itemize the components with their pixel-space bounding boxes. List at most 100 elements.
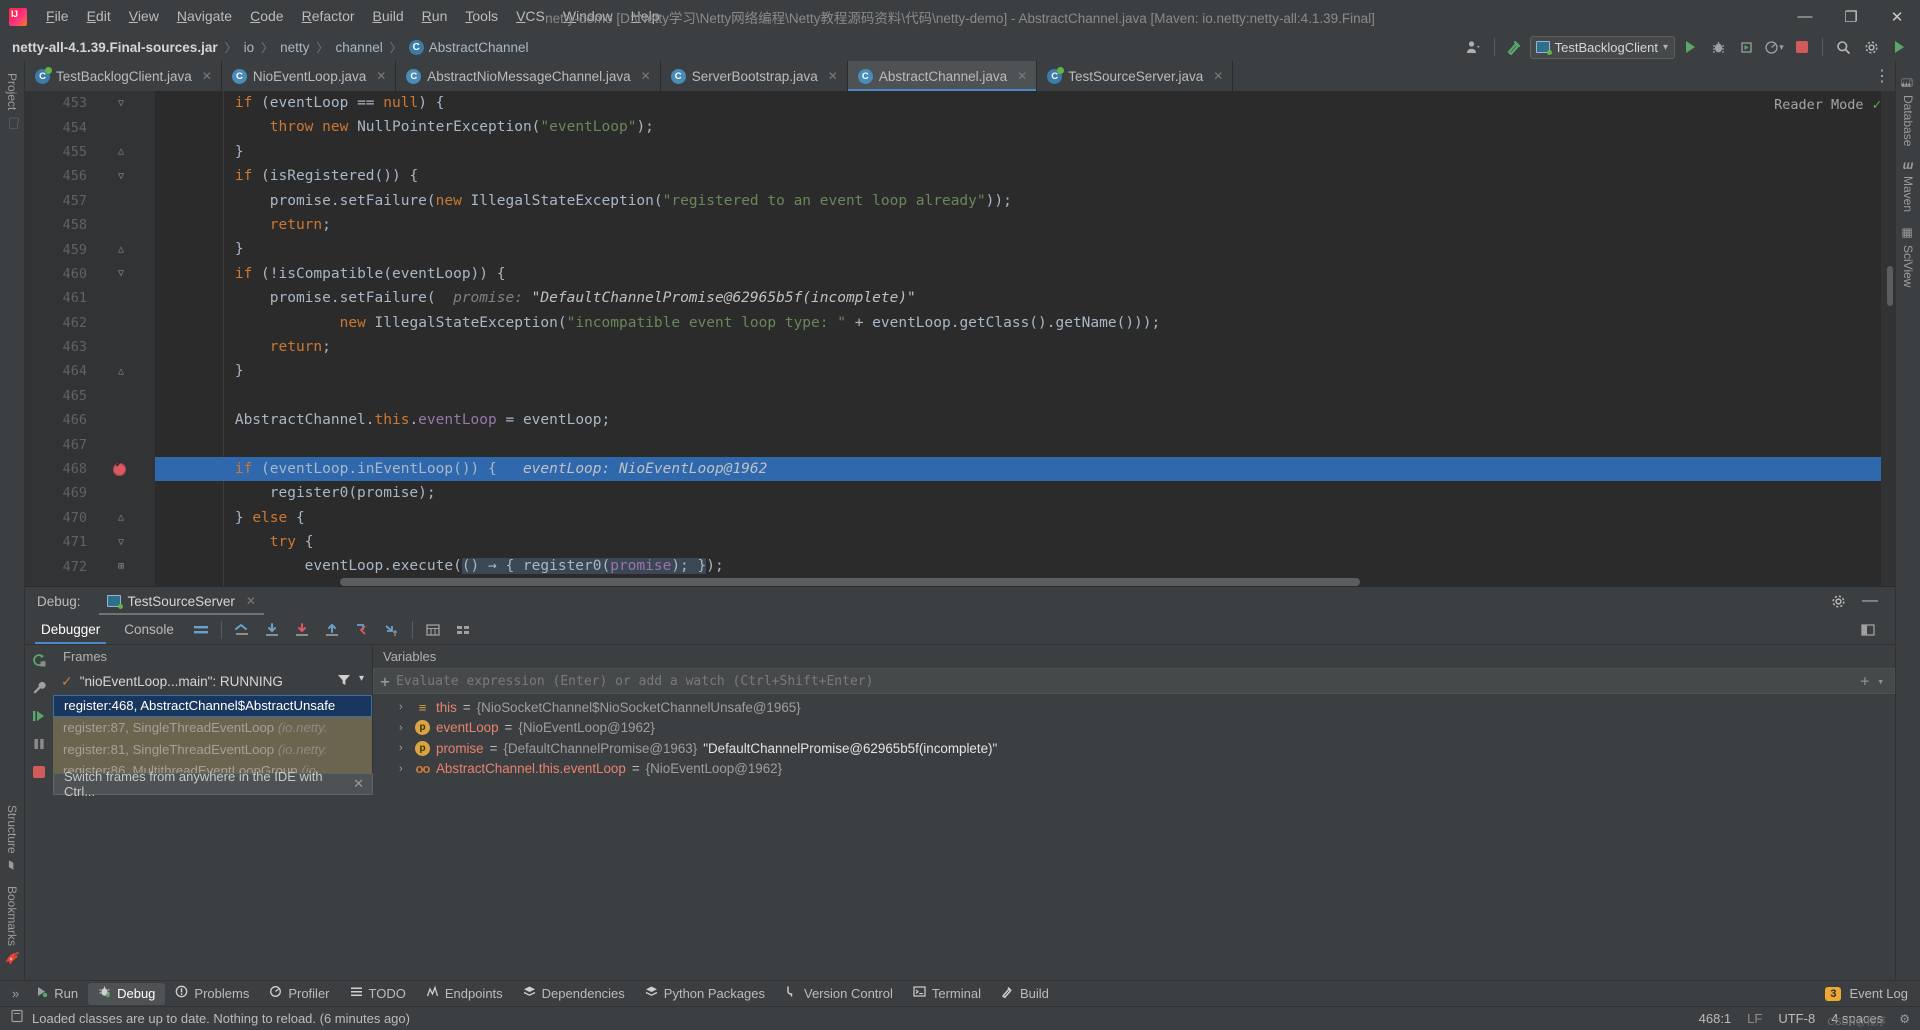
menu-navigate[interactable]: Navigate bbox=[168, 0, 241, 33]
frame-item[interactable]: register:468, AbstractChannel$AbstractUn… bbox=[53, 695, 372, 717]
tab-close-icon[interactable]: ✕ bbox=[1213, 69, 1223, 83]
breadcrumb-channel[interactable]: channel bbox=[335, 40, 382, 55]
gutter-line[interactable]: 456 ▽ bbox=[25, 164, 155, 188]
editor-tab-abstractniomessagechannel[interactable]: C AbstractNioMessageChannel.java ✕ bbox=[396, 61, 661, 91]
tab-console[interactable]: Console bbox=[112, 616, 186, 644]
menu-help[interactable]: Help bbox=[622, 0, 669, 33]
variable-row[interactable]: › ≡ this = {NioSocketChannel$NioSocketChan… bbox=[373, 697, 1895, 718]
gutter-line[interactable]: 464 △ bbox=[25, 359, 155, 383]
gutter-line[interactable]: 457 bbox=[25, 189, 155, 213]
menu-view[interactable]: View bbox=[120, 0, 168, 33]
gutter-line[interactable]: 466 bbox=[25, 408, 155, 432]
run-to-cursor-icon[interactable] bbox=[377, 616, 407, 644]
scrollbar-thumb[interactable] bbox=[1887, 266, 1893, 306]
reader-mode-indicator[interactable]: Reader Mode ✓ bbox=[1774, 97, 1881, 113]
toolwindow-build[interactable]: Build bbox=[991, 983, 1059, 1005]
tab-close-icon[interactable]: ✕ bbox=[641, 69, 651, 83]
code-line[interactable]: } bbox=[155, 359, 1895, 383]
line-separator[interactable]: LF bbox=[1747, 1011, 1762, 1026]
debug-session-tab[interactable]: TestSourceServer ✕ bbox=[98, 587, 265, 615]
hide-window-icon[interactable]: — bbox=[1857, 589, 1883, 613]
profiler-icon[interactable]: ▾ bbox=[1761, 35, 1787, 59]
gutter-line[interactable]: 455 △ bbox=[25, 140, 155, 164]
gutter-line[interactable]: 458 bbox=[25, 213, 155, 237]
sidebar-item-project[interactable]: Project 🗀 bbox=[2, 61, 23, 143]
user-account-icon[interactable] bbox=[1461, 35, 1487, 59]
menu-build[interactable]: Build bbox=[364, 0, 413, 33]
event-log-area[interactable]: 3 Event Log bbox=[1825, 986, 1920, 1001]
close-button[interactable]: ✕ bbox=[1874, 0, 1920, 33]
menu-run[interactable]: Run bbox=[413, 0, 457, 33]
scrollbar-horizontal[interactable] bbox=[155, 578, 1881, 586]
expand-arrow-icon[interactable]: › bbox=[399, 722, 409, 734]
code-line[interactable]: } bbox=[155, 140, 1895, 164]
gutter-line[interactable]: 454 bbox=[25, 115, 155, 139]
menu-tools[interactable]: Tools bbox=[456, 0, 507, 33]
sidebar-item-database[interactable]: 🛢 Database bbox=[1900, 61, 1915, 154]
variable-row[interactable]: › p eventLoop = {NioEventLoop@1962} bbox=[373, 718, 1895, 739]
code-area[interactable]: if (eventLoop == null) { throw new NullP… bbox=[155, 91, 1895, 586]
gutter-line[interactable]: 472 ⊞ bbox=[25, 554, 155, 578]
frame-item[interactable]: register:87, SingleThreadEventLoop (io.n… bbox=[53, 717, 372, 739]
run-with-coverage-icon[interactable] bbox=[1733, 35, 1759, 59]
fold-marker-icon[interactable]: ▽ bbox=[111, 98, 131, 109]
breadcrumb-netty[interactable]: netty bbox=[280, 40, 309, 55]
menu-vcs[interactable]: VCS bbox=[507, 0, 554, 33]
sidebar-item-structure[interactable]: Structure ▰ bbox=[5, 798, 19, 880]
breadcrumb-jar[interactable]: netty-all-4.1.39.Final-sources.jar bbox=[12, 40, 218, 55]
step-out-icon[interactable] bbox=[317, 616, 347, 644]
breakpoint-icon[interactable] bbox=[113, 460, 126, 476]
editor-tab-testbacklogclient[interactable]: C TestBacklogClient.java ✕ bbox=[25, 61, 222, 91]
variables-list[interactable]: › ≡ this = {NioSocketChannel$NioSocketChan… bbox=[373, 694, 1895, 779]
code-line[interactable]: } bbox=[155, 237, 1895, 261]
tab-debugger[interactable]: Debugger bbox=[29, 616, 112, 644]
stop-icon[interactable] bbox=[28, 761, 50, 783]
gear-icon[interactable] bbox=[1858, 35, 1884, 59]
toolwindow-todo[interactable]: TODO bbox=[340, 983, 416, 1005]
gutter-line[interactable]: 460 ▽ bbox=[25, 262, 155, 286]
toolwindow-terminal[interactable]: Terminal bbox=[903, 983, 991, 1005]
menu-file[interactable]: File bbox=[37, 0, 78, 33]
maximize-button[interactable]: ❐ bbox=[1828, 0, 1874, 33]
menu-edit[interactable]: Edit bbox=[78, 0, 120, 33]
run-configuration-selector[interactable]: TestBacklogClient ▾ bbox=[1529, 35, 1675, 59]
code-line[interactable]: if (eventLoop.inEventLoop()) { eventLoop… bbox=[155, 456, 1895, 482]
fold-marker-icon[interactable]: △ bbox=[111, 366, 131, 377]
breadcrumb-io[interactable]: io bbox=[244, 40, 255, 55]
wrench-icon[interactable] bbox=[28, 677, 50, 699]
toolwindow-version-control[interactable]: Version Control bbox=[775, 983, 903, 1005]
drop-frame-icon[interactable] bbox=[347, 616, 377, 644]
menu-window[interactable]: Window bbox=[554, 0, 622, 33]
gear-icon[interactable] bbox=[1825, 589, 1851, 613]
code-line[interactable]: if (eventLoop == null) { bbox=[155, 91, 1895, 115]
code-line[interactable]: return; bbox=[155, 213, 1895, 237]
editor-tab-abstractchannel[interactable]: C AbstractChannel.java ✕ bbox=[847, 61, 1038, 91]
toolwindow-endpoints[interactable]: Endpoints bbox=[416, 983, 513, 1005]
stop-button[interactable] bbox=[1789, 35, 1815, 59]
code-line[interactable]: AbstractChannel.this.eventLoop = eventLo… bbox=[155, 408, 1895, 432]
toolwindow-problems[interactable]: Problems bbox=[165, 983, 259, 1005]
caret-position[interactable]: 468:1 bbox=[1699, 1011, 1732, 1026]
code-editor[interactable]: 453 ▽ 454 455 △ 456 ▽ 457 458 459 △ 460 ▽ 461 462 463 46… bbox=[25, 91, 1895, 586]
scrollbar-vertical[interactable] bbox=[1881, 91, 1895, 586]
gutter-line[interactable]: 462 bbox=[25, 311, 155, 335]
code-line[interactable]: promise.setFailure( promise: "DefaultCha… bbox=[155, 286, 1895, 310]
fold-marker-icon[interactable]: ▽ bbox=[111, 268, 131, 279]
variable-row[interactable]: › oo AbstractChannel.this.eventLoop = {Nio… bbox=[373, 759, 1895, 780]
run-button[interactable] bbox=[1677, 35, 1703, 59]
tab-close-icon[interactable]: ✕ bbox=[1017, 69, 1027, 83]
code-line[interactable]: try { bbox=[155, 530, 1895, 554]
fold-marker-icon[interactable]: ▽ bbox=[111, 171, 131, 182]
frame-item[interactable]: register:81, SingleThreadEventLoop (io.n… bbox=[53, 738, 372, 760]
editor-tabs-more-icon[interactable]: ⋮ bbox=[1869, 61, 1895, 91]
encoding[interactable]: UTF-8 bbox=[1778, 1011, 1815, 1026]
code-line[interactable]: } else { bbox=[155, 506, 1895, 530]
gutter-line[interactable]: 468▽ bbox=[25, 457, 155, 481]
editor-tab-nioeventloop[interactable]: C NioEventLoop.java ✕ bbox=[222, 61, 397, 91]
gutter-line[interactable]: 470 △ bbox=[25, 506, 155, 530]
sidebar-item-bookmarks[interactable]: Bookmarks 🔖 bbox=[5, 879, 20, 980]
settings-icon[interactable] bbox=[1853, 616, 1883, 644]
expand-arrow-icon[interactable]: › bbox=[399, 701, 409, 713]
toolwindow-python-packages[interactable]: Python Packages bbox=[635, 983, 775, 1005]
event-log-label[interactable]: Event Log bbox=[1849, 986, 1908, 1001]
